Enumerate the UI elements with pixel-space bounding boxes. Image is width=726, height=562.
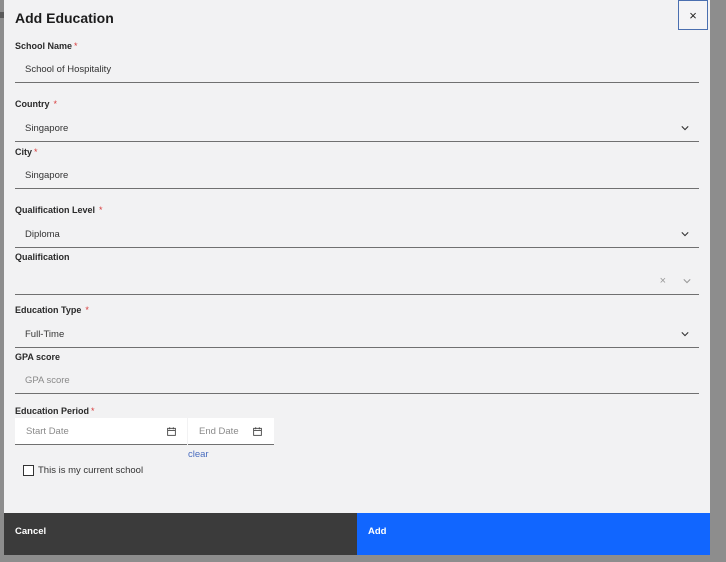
education-type-select[interactable]: Full-Time (15, 322, 699, 348)
chevron-down-icon (683, 279, 691, 284)
dialog-title: Add Education (15, 10, 114, 26)
end-date-input[interactable]: End Date (188, 418, 274, 445)
start-date-input[interactable]: Start Date (15, 418, 187, 445)
current-school-label[interactable]: This is my current school (38, 465, 143, 476)
gpa-placeholder: GPA score (25, 375, 70, 386)
gpa-label: GPA score (15, 352, 61, 362)
chevron-down-icon (681, 332, 689, 337)
chevron-down-icon (681, 126, 689, 131)
school-name-label: School Name * (15, 41, 78, 51)
add-button[interactable]: Add (357, 513, 710, 555)
city-label: City * (15, 147, 38, 157)
cancel-button-label: Cancel (15, 526, 47, 537)
city-input[interactable]: Singapore (15, 163, 699, 189)
start-date-placeholder: Start Date (26, 426, 69, 437)
qualification-level-label: Qualification Level * (15, 205, 103, 215)
cancel-button[interactable]: Cancel (4, 513, 357, 555)
add-button-label: Add (368, 526, 387, 537)
school-name-value: School of Hospitality (25, 64, 112, 75)
clear-dates-link[interactable]: clear (188, 449, 209, 460)
country-value: Singapore (25, 123, 69, 134)
education-type-value: Full-Time (25, 329, 65, 340)
calendar-icon (167, 427, 176, 436)
chevron-down-icon (681, 232, 689, 237)
city-value: Singapore (25, 170, 69, 181)
current-school-checkbox[interactable] (23, 465, 34, 476)
school-name-input[interactable]: School of Hospitality (15, 57, 699, 83)
country-select[interactable]: Singapore (15, 116, 699, 142)
education-period-label: Education Period * (15, 406, 95, 416)
qualification-level-value: Diploma (25, 229, 60, 240)
end-date-placeholder: End Date (199, 426, 239, 437)
qualification-select[interactable]: × (15, 269, 699, 295)
education-type-label: Education Type * (15, 305, 89, 315)
qualification-level-select[interactable]: Diploma (15, 222, 699, 248)
gpa-input[interactable]: GPA score (15, 368, 699, 394)
close-button[interactable]: × (678, 0, 708, 30)
calendar-icon (253, 427, 262, 436)
qualification-label: Qualification (15, 252, 70, 262)
clear-selection-icon[interactable]: × (660, 275, 666, 287)
country-label: Country * (15, 99, 58, 109)
add-education-dialog: Add Education × School Name * School of H… (4, 0, 710, 555)
